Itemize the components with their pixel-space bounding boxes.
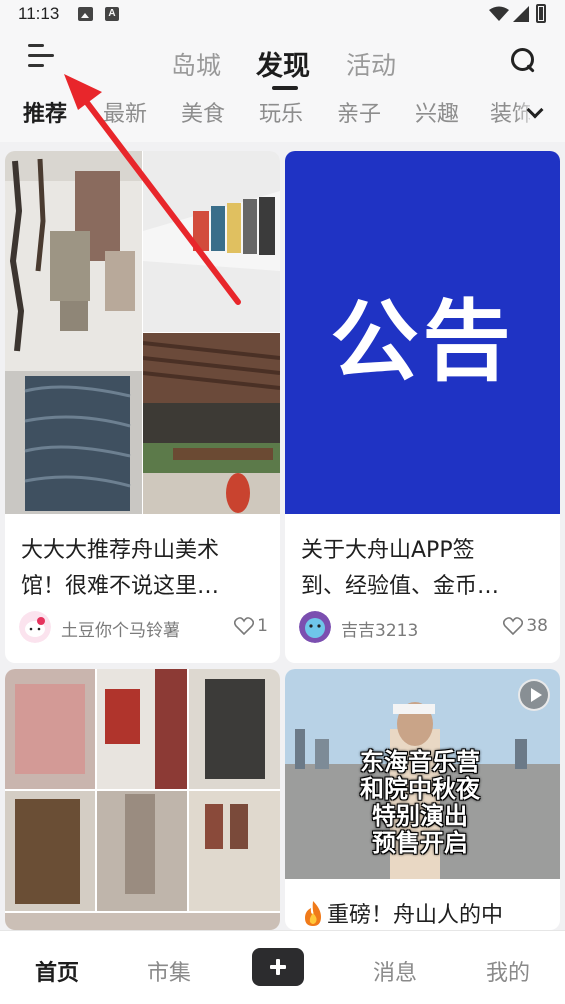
- tab-discover[interactable]: 发现: [256, 44, 310, 83]
- heart-icon: [234, 617, 255, 635]
- category-interests[interactable]: 兴趣: [415, 96, 459, 128]
- tab-events[interactable]: 活动: [346, 46, 396, 82]
- card-title: 关于大舟山APP签: [301, 538, 475, 563]
- video-caption-line: 预售开启: [372, 829, 468, 857]
- category-fun[interactable]: 玩乐: [259, 96, 303, 128]
- play-icon[interactable]: [518, 679, 550, 711]
- signal-icon: [513, 6, 529, 22]
- gallery-photo: [143, 151, 280, 332]
- category-family[interactable]: 亲子: [337, 96, 381, 128]
- like-count[interactable]: 1: [234, 616, 268, 636]
- nav-market[interactable]: 市集: [147, 955, 191, 987]
- like-count-value: 38: [526, 616, 548, 636]
- gallery-photo-grid: [5, 669, 280, 930]
- plus-button[interactable]: [252, 948, 304, 986]
- feed-card[interactable]: [5, 669, 280, 930]
- wifi-icon: [489, 6, 509, 21]
- gallery-photo: [5, 151, 142, 514]
- card-title-line2: 到、经验值、金币…: [301, 574, 500, 599]
- header: 岛城 发现 活动 推荐 最新 美食 玩乐 亲子 兴趣 装饰: [0, 30, 565, 142]
- category-recommended[interactable]: 推荐: [23, 96, 67, 128]
- nav-messages[interactable]: 消息: [373, 955, 417, 987]
- video-caption-line: 特别演出: [372, 802, 468, 830]
- avatar[interactable]: [299, 611, 331, 643]
- search-icon[interactable]: [511, 48, 537, 74]
- menu-icon[interactable]: [28, 44, 58, 70]
- card-meta: 土豆你个马铃薯 1: [19, 611, 268, 645]
- battery-icon: [536, 4, 546, 23]
- category-latest[interactable]: 最新: [103, 96, 147, 128]
- card-meta: 吉吉3213 38: [299, 611, 548, 645]
- chevron-down-icon[interactable]: [526, 104, 544, 122]
- video-caption: 东海音乐营 和院中秋夜 特别演出 预售开启: [325, 749, 515, 857]
- active-tab-indicator: [272, 86, 298, 90]
- feed-card[interactable]: 公告 关于大舟山APP签 到、经验值、金币… 吉吉3213 38: [285, 151, 560, 663]
- a-notification-icon: A: [105, 7, 119, 21]
- feed-card[interactable]: 大大大推荐舟山美术 馆！很难不说这里… 土豆你个马铃薯 1: [5, 151, 280, 663]
- card-title-line2: 馆！很难不说这里…: [21, 574, 220, 599]
- tab-island-city[interactable]: 岛城: [171, 46, 221, 82]
- video-caption-line: 和院中秋夜: [360, 775, 480, 803]
- nav-profile[interactable]: 我的: [486, 955, 530, 987]
- nav-home[interactable]: 首页: [35, 955, 79, 987]
- fire-icon: [305, 901, 321, 926]
- author-name[interactable]: 吉吉3213: [341, 616, 418, 641]
- bottom-nav: 首页 市集 消息 我的: [0, 930, 565, 1004]
- card-title: 重磅！舟山人的中: [327, 903, 504, 928]
- status-bar: 11:13 A: [0, 0, 565, 30]
- heart-icon: [503, 617, 524, 635]
- gallery-photo: [143, 333, 280, 514]
- status-time: 11:13: [18, 4, 60, 23]
- image-notification-icon: [78, 7, 93, 21]
- author-name[interactable]: 土豆你个马铃薯: [61, 616, 180, 641]
- avatar[interactable]: [19, 611, 51, 643]
- feed-card[interactable]: 东海音乐营 和院中秋夜 特别演出 预售开启 重磅！舟山人的中: [285, 669, 560, 930]
- notice-cover-text: 公告: [330, 290, 515, 393]
- category-food[interactable]: 美食: [181, 96, 225, 128]
- like-count[interactable]: 38: [503, 616, 548, 636]
- like-count-value: 1: [257, 616, 268, 636]
- card-title-row: 重磅！舟山人的中: [301, 897, 503, 929]
- card-title: 大大大推荐舟山美术: [21, 538, 220, 563]
- video-caption-line: 东海音乐营: [360, 748, 480, 776]
